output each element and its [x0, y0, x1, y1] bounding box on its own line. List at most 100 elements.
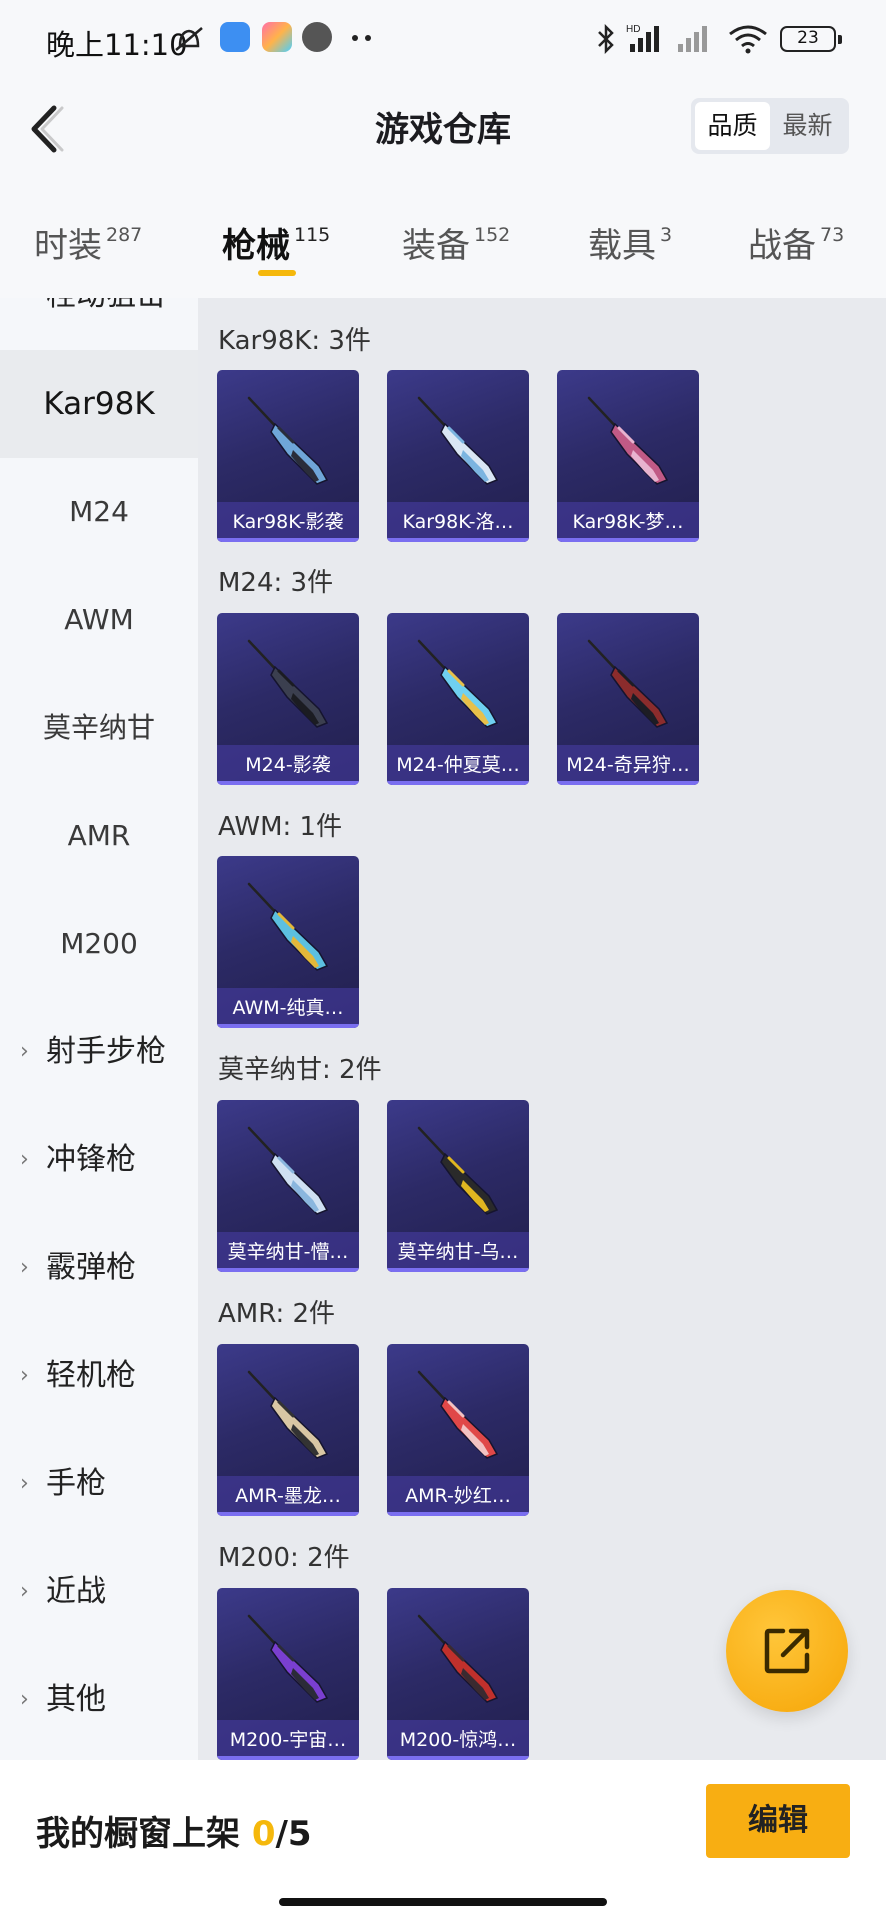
- item-name: AMR-妙红…: [387, 1476, 529, 1516]
- sidebar-category-bolt-action[interactable]: 栓动狙击: [0, 298, 198, 326]
- item-card[interactable]: M200-惊鸿…: [387, 1588, 529, 1760]
- showcase-total: /5: [275, 1814, 312, 1854]
- wifi-icon: [729, 25, 767, 54]
- sidebar-category-pistol[interactable]: › 手枪: [0, 1430, 198, 1538]
- sidebar-category-label: 栓动狙击: [46, 298, 166, 326]
- tab-count: 287: [106, 224, 143, 246]
- item-name: M24-影袭: [217, 745, 359, 785]
- rifle-icon: [587, 396, 669, 485]
- tab-supplies[interactable]: 战备 73: [748, 218, 844, 267]
- item-card[interactable]: M200-宇宙…: [217, 1588, 359, 1760]
- chevron-right-icon: ›: [20, 1687, 29, 1712]
- home-indicator[interactable]: [279, 1898, 607, 1906]
- tab-label: 时装: [34, 226, 102, 266]
- edit-button[interactable]: 编辑: [706, 1784, 850, 1858]
- showcase-count: 0: [251, 1814, 276, 1854]
- app-header: 游戏仓库 品质 最新: [0, 78, 886, 180]
- rifle-icon: [417, 396, 499, 485]
- sidebar-category-dmr[interactable]: › 射手步枪: [0, 998, 198, 1106]
- group-title-amr: AMR: 2件: [218, 1299, 336, 1329]
- sidebar-category-shotgun[interactable]: › 霰弹枪: [0, 1214, 198, 1322]
- sidebar-item-m200[interactable]: M200: [0, 890, 198, 998]
- avatar-icon: [302, 22, 332, 52]
- item-card[interactable]: 莫辛纳甘-乌…: [387, 1100, 529, 1272]
- rifle-icon: [247, 1370, 329, 1459]
- rifle-icon: [417, 1614, 499, 1703]
- hd-signal-icon: HD: [626, 24, 659, 52]
- sidebar-category-label: 冲锋枪: [46, 1142, 136, 1177]
- tab-vehicles[interactable]: 载具 3: [588, 218, 672, 267]
- sidebar-category-melee[interactable]: › 近战: [0, 1538, 198, 1646]
- status-time: 晚上11:10: [46, 28, 188, 62]
- sidebar-item-amr[interactable]: AMR: [0, 782, 198, 890]
- tab-label: 枪械: [222, 226, 290, 266]
- item-name: 莫辛纳甘-乌…: [387, 1232, 529, 1272]
- rifle-icon: [417, 639, 499, 728]
- chevron-right-icon: ›: [20, 1363, 29, 1388]
- sidebar-category-label: 手枪: [46, 1466, 106, 1501]
- item-card[interactable]: M24-影袭: [217, 613, 359, 785]
- item-name: Kar98K-洛…: [387, 502, 529, 542]
- group-title-awm: AWM: 1件: [218, 812, 343, 842]
- sidebar-category-label: 轻机枪: [46, 1358, 136, 1393]
- item-card[interactable]: Kar98K-梦…: [557, 370, 699, 542]
- alarm-off-icon: [175, 27, 203, 51]
- share-external-icon: [764, 1628, 810, 1674]
- battery-icon: 23: [780, 26, 842, 52]
- bluetooth-icon: [598, 24, 614, 54]
- tab-label: 装备: [402, 226, 470, 266]
- sidebar-category-smg[interactable]: › 冲锋枪: [0, 1106, 198, 1214]
- item-card[interactable]: M24-奇异狩…: [557, 613, 699, 785]
- chevron-right-icon: ›: [20, 1039, 29, 1064]
- sidebar-category-label: 霰弹枪: [46, 1250, 136, 1285]
- share-button[interactable]: [726, 1590, 848, 1712]
- item-name: AMR-墨龙…: [217, 1476, 359, 1516]
- sidebar-category-label: 近战: [46, 1574, 106, 1609]
- category-tabs: 时装 287 枪械 115 装备 152 载具 3 战备 73: [0, 180, 886, 298]
- rifle-icon: [247, 1126, 329, 1215]
- group-title-kar98k: Kar98K: 3件: [218, 326, 371, 356]
- showcase-label: 我的橱窗上架: [36, 1814, 240, 1854]
- group-title-m200: M200: 2件: [218, 1543, 350, 1573]
- item-name: Kar98K-影袭: [217, 502, 359, 542]
- item-card[interactable]: AMR-墨龙…: [217, 1344, 359, 1516]
- status-bar: 晚上11:10 HD 23: [0, 0, 886, 78]
- chevron-right-icon: ›: [20, 1471, 29, 1496]
- sidebar-item-mosin[interactable]: 莫辛纳甘: [0, 674, 198, 782]
- tab-count: 152: [474, 224, 511, 246]
- item-card[interactable]: M24-仲夏莫…: [387, 613, 529, 785]
- sort-option-quality[interactable]: 品质: [695, 102, 770, 150]
- rifle-icon: [587, 639, 669, 728]
- tab-guns[interactable]: 枪械 115: [222, 218, 330, 267]
- chevron-right-icon: ›: [20, 1147, 29, 1172]
- tab-equipment[interactable]: 装备 152: [402, 218, 510, 267]
- group-title-m24: M24: 3件: [218, 568, 334, 598]
- rifle-icon: [417, 1126, 499, 1215]
- sidebar-category-lmg[interactable]: › 轻机枪: [0, 1322, 198, 1430]
- chevron-right-icon: ›: [20, 1579, 29, 1604]
- tab-count: 73: [820, 224, 845, 246]
- item-card[interactable]: 莫辛纳甘-懵…: [217, 1100, 359, 1272]
- tab-count: 115: [294, 224, 331, 246]
- item-card[interactable]: Kar98K-洛…: [387, 370, 529, 542]
- rifle-icon: [247, 1614, 329, 1703]
- tab-label: 战备: [748, 226, 816, 266]
- signal-icon: [678, 26, 707, 52]
- item-name: 莫辛纳甘-懵…: [217, 1232, 359, 1272]
- sidebar-category-label: 射手步枪: [46, 1034, 166, 1069]
- sidebar-item-awm[interactable]: AWM: [0, 566, 198, 674]
- tab-fashion[interactable]: 时装 287: [34, 218, 142, 267]
- sidebar-category-other[interactable]: › 其他: [0, 1646, 198, 1754]
- rifle-icon: [247, 639, 329, 728]
- more-dots-icon: [352, 35, 371, 41]
- rifle-icon: [417, 1370, 499, 1459]
- sidebar-item-kar98k[interactable]: Kar98K: [0, 350, 198, 458]
- item-card[interactable]: AMR-妙红…: [387, 1344, 529, 1516]
- sidebar-item-m24[interactable]: M24: [0, 458, 198, 566]
- svg-text:HD: HD: [626, 24, 640, 35]
- item-card[interactable]: AWM-纯真…: [217, 856, 359, 1028]
- item-card[interactable]: Kar98K-影袭: [217, 370, 359, 542]
- sort-option-latest[interactable]: 最新: [770, 102, 845, 150]
- chevron-right-icon: ›: [20, 1255, 29, 1280]
- item-name: AWM-纯真…: [217, 988, 359, 1028]
